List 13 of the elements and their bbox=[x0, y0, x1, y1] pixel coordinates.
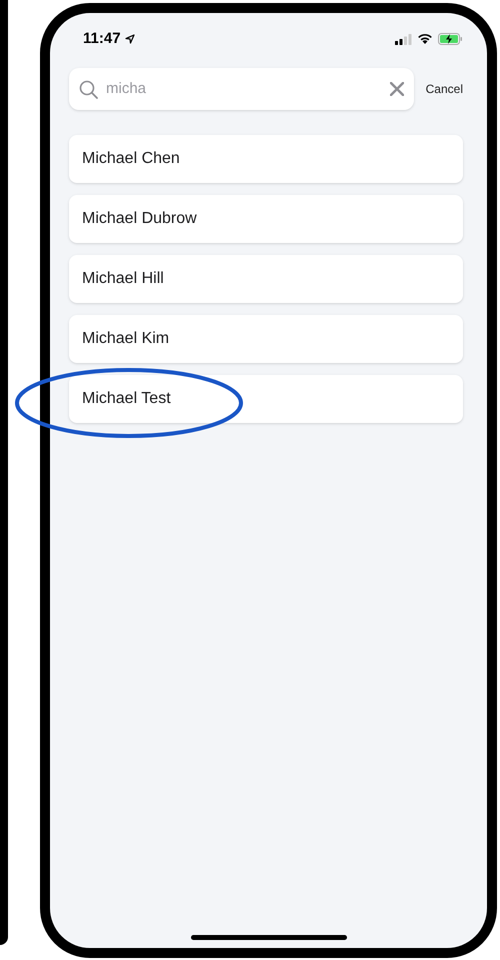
result-item[interactable]: Michael Test bbox=[69, 375, 463, 423]
signal-icon bbox=[395, 34, 412, 44]
result-item[interactable]: Michael Chen bbox=[69, 135, 463, 183]
status-time: 11:47 bbox=[83, 28, 121, 49]
location-arrow-icon bbox=[124, 34, 135, 44]
wifi-icon bbox=[417, 33, 433, 45]
cancel-button[interactable]: Cancel bbox=[426, 80, 463, 98]
search-icon bbox=[79, 80, 98, 98]
result-item[interactable]: Michael Dubrow bbox=[69, 195, 463, 243]
result-item[interactable]: Michael Hill bbox=[69, 255, 463, 303]
clear-icon[interactable] bbox=[390, 82, 404, 96]
battery-charging-icon bbox=[438, 33, 463, 45]
result-item[interactable]: Michael Kim bbox=[69, 315, 463, 363]
